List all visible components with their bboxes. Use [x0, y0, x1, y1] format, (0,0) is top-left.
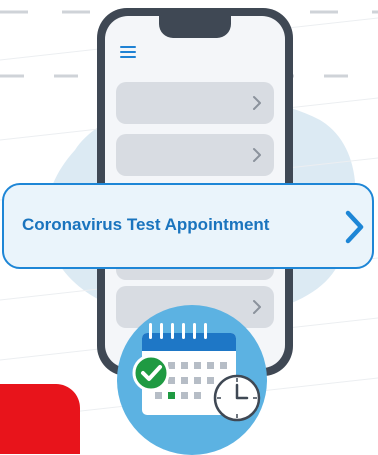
checkmark-icon: [132, 354, 170, 392]
clock-icon: [213, 374, 261, 422]
badge-icons: [132, 323, 261, 422]
